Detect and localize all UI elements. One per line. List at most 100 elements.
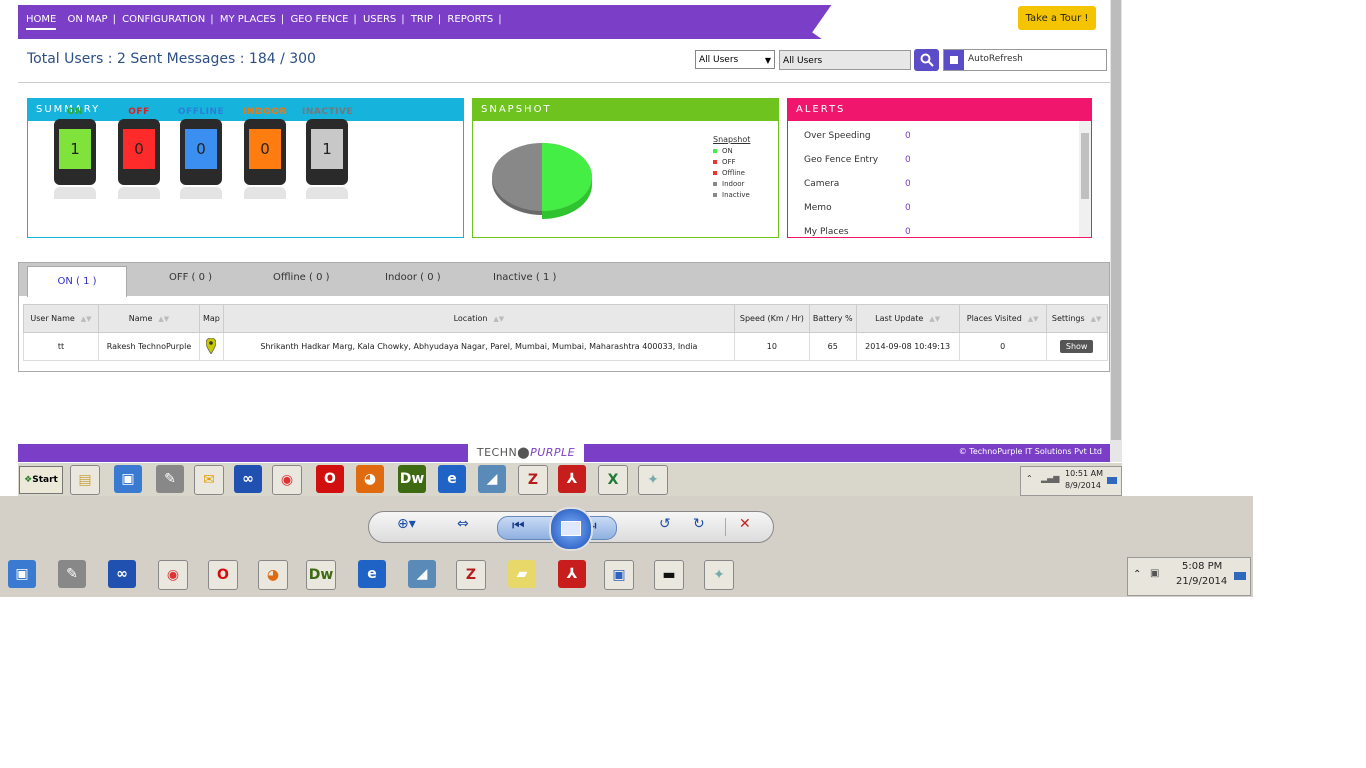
- cell-battery: 65: [808, 332, 857, 361]
- start-button[interactable]: ❖Start: [19, 466, 63, 494]
- photo-viewer-icon[interactable]: ▣: [604, 560, 634, 590]
- media-icon[interactable]: ▣: [8, 560, 36, 588]
- rotate-left-icon[interactable]: ↺: [659, 516, 671, 532]
- delete-icon[interactable]: ✕: [739, 516, 751, 532]
- glass-icon[interactable]: ◢: [408, 560, 436, 588]
- nav-reports[interactable]: REPORTS: [447, 14, 493, 25]
- alerts-scrollbar[interactable]: [1079, 121, 1091, 237]
- paint-icon[interactable]: ✦: [638, 465, 668, 495]
- col-map: Map: [199, 304, 224, 333]
- tray-expand-icon[interactable]: ⌃: [1026, 474, 1033, 483]
- total-users-text: Total Users : 2 Sent Messages : 184 / 30…: [27, 51, 316, 67]
- snapshot-panel: SNAPSHOT Snapshot ON OFF Offline Indoor Inac…: [472, 98, 779, 238]
- excel-icon[interactable]: X: [598, 465, 628, 495]
- zoom-icon[interactable]: ⊕▾: [397, 516, 416, 532]
- rotate-right-icon[interactable]: ↻: [693, 516, 705, 532]
- phone-count: 0: [123, 129, 155, 169]
- paint-icon[interactable]: ✦: [704, 560, 734, 590]
- glass-icon[interactable]: ◢: [478, 465, 506, 493]
- nav-geo-fence[interactable]: GEO FENCE: [290, 14, 348, 25]
- take-tour-button[interactable]: Take a Tour !: [1018, 6, 1096, 30]
- alert-row: Camera 0: [804, 179, 911, 189]
- nav-home[interactable]: HOME: [26, 14, 57, 30]
- acrobat-icon[interactable]: ⅄: [558, 465, 586, 493]
- tools-icon[interactable]: ✎: [58, 560, 86, 588]
- tab-on[interactable]: ON ( 1 ): [27, 266, 127, 297]
- ie-icon[interactable]: e: [438, 465, 466, 493]
- user-filter-select[interactable]: All Users ▼: [695, 50, 775, 69]
- nav-my-places[interactable]: MY PLACES: [220, 14, 276, 25]
- col-user-name[interactable]: User Name ▲▼: [23, 304, 99, 333]
- outer-clock-date: 21/9/2014: [1176, 576, 1228, 587]
- technopurple-logo: TECHN⬤PURPLE: [468, 444, 584, 462]
- phone-count: 0: [185, 129, 217, 169]
- col-location[interactable]: Location ▲▼: [222, 304, 735, 333]
- alert-row: Geo Fence Entry 0: [804, 155, 911, 165]
- chrome-icon[interactable]: ◉: [272, 465, 302, 495]
- col-last-update[interactable]: Last Update ▲▼: [855, 304, 960, 333]
- col-speed: Speed (Km / Hr): [733, 304, 810, 333]
- search-button[interactable]: [914, 49, 939, 71]
- tab-inactive[interactable]: Inactive ( 1 ): [493, 272, 556, 283]
- autorefresh-checkbox[interactable]: [944, 50, 964, 70]
- opera-icon[interactable]: O: [316, 465, 344, 493]
- nav-trip[interactable]: TRIP: [411, 14, 433, 25]
- alert-label: My Places: [804, 227, 849, 237]
- col-places-visited[interactable]: Places Visited ▲▼: [958, 304, 1047, 333]
- media-icon[interactable]: ▣: [114, 465, 142, 493]
- tools-icon[interactable]: ✎: [156, 465, 184, 493]
- alert-count: 0: [905, 131, 911, 141]
- notes-icon[interactable]: ▰: [508, 560, 536, 588]
- nav-users[interactable]: USERS: [363, 14, 396, 25]
- tab-indoor[interactable]: Indoor ( 0 ): [385, 272, 441, 283]
- cmd-icon[interactable]: ▬: [654, 560, 684, 590]
- legend-item: Offline: [713, 168, 750, 179]
- nav-on-map[interactable]: ON MAP: [68, 14, 108, 25]
- filezilla-icon[interactable]: Z: [456, 560, 486, 590]
- show-desktop-icon[interactable]: [1234, 572, 1246, 580]
- previous-icon[interactable]: ⏮: [512, 518, 525, 534]
- actual-size-icon[interactable]: ⇔: [457, 516, 469, 532]
- opera-icon[interactable]: O: [208, 560, 238, 590]
- firefox-icon[interactable]: ◕: [258, 560, 288, 590]
- cell-location: Shrikanth Hadkar Marg, Kala Chowky, Abhy…: [222, 332, 735, 361]
- col-settings[interactable]: Settings ▲▼: [1045, 304, 1108, 333]
- alert-count: 0: [905, 227, 911, 237]
- col-name[interactable]: Name ▲▼: [98, 304, 200, 333]
- phone-icon: 0: [180, 119, 222, 185]
- ie-icon[interactable]: e: [358, 560, 386, 588]
- chrome-icon[interactable]: ◉: [158, 560, 188, 590]
- nav-configuration[interactable]: CONFIGURATION: [122, 14, 205, 25]
- firefox-icon[interactable]: ◕: [356, 465, 384, 493]
- user-search-input[interactable]: All Users: [779, 50, 911, 70]
- phone-icon: 1: [306, 119, 348, 185]
- tab-offline[interactable]: Offline ( 0 ): [273, 272, 330, 283]
- outlook-icon[interactable]: ✉: [194, 465, 224, 495]
- legend-item: Indoor: [713, 179, 750, 190]
- snapshot-legend: Snapshot ON OFF Offline Indoor Inactive: [713, 135, 750, 201]
- explorer-icon[interactable]: ▤: [70, 465, 100, 495]
- filezilla-icon[interactable]: Z: [518, 465, 548, 495]
- viewer-controls: ⊕▾ ⇔ ⏮ ⏭ ↺ ↻ ✕: [368, 507, 774, 551]
- acrobat-icon[interactable]: ⅄: [558, 560, 586, 588]
- dreamweaver-icon[interactable]: Dw: [398, 465, 426, 493]
- table-row: tt Rakesh TechnoPurple Shrikanth Hadkar …: [23, 332, 1108, 361]
- dreamweaver-icon[interactable]: Dw: [306, 560, 336, 590]
- slideshow-icon: [561, 521, 581, 536]
- show-desktop-icon[interactable]: [1107, 477, 1117, 484]
- map-pin-icon[interactable]: [206, 337, 217, 355]
- infinity-icon[interactable]: ∞: [234, 465, 262, 493]
- alerts-title: ALERTS: [788, 99, 1091, 121]
- status-phone-inactive: INACTIVE 1: [302, 107, 353, 199]
- cell-map[interactable]: [199, 332, 224, 361]
- alert-label: Over Speeding: [804, 131, 871, 141]
- infinity-icon[interactable]: ∞: [108, 560, 136, 588]
- show-button[interactable]: Show: [1059, 340, 1094, 353]
- page-footer: TECHN⬤PURPLE © TechnoPurple IT Solutions…: [18, 444, 1110, 462]
- tray-expand-icon[interactable]: ⌃: [1133, 569, 1141, 580]
- phone-icon: 1: [54, 119, 96, 185]
- slideshow-button[interactable]: [549, 507, 593, 551]
- tab-off[interactable]: OFF ( 0 ): [169, 272, 212, 283]
- dropdown-arrow-icon: ▼: [764, 56, 771, 65]
- page-scrollbar[interactable]: [1110, 0, 1122, 462]
